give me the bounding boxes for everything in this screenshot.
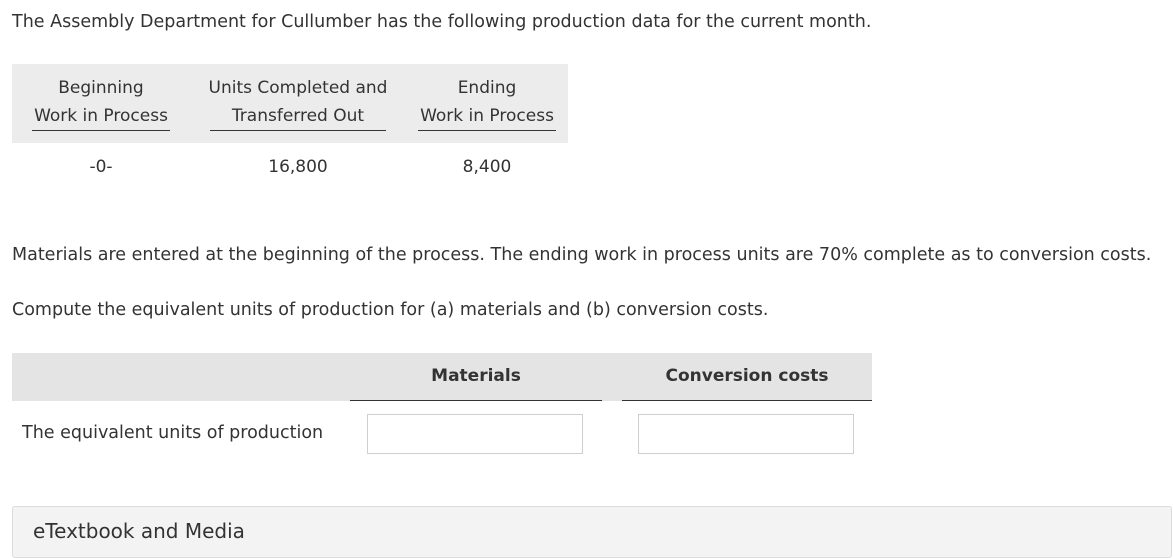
value-ending-wip: 8,400: [462, 157, 512, 177]
column-header-materials: Materials: [431, 366, 521, 386]
instruction-text: Compute the equivalent units of producti…: [12, 300, 769, 320]
header-beginning-wip: Beginning Work in Process: [12, 64, 190, 143]
etextbook-media-panel[interactable]: eTextbook and Media: [12, 506, 1172, 558]
value-units-completed: 16,800: [268, 157, 328, 177]
production-data-table: Beginning Work in Process Units Complete…: [12, 64, 568, 191]
header-ending-wip: Ending Work in Process: [406, 64, 568, 143]
value-beginning-wip: -0-: [89, 157, 113, 177]
intro-text: The Assembly Department for Cullumber ha…: [12, 12, 872, 32]
etextbook-media-label[interactable]: eTextbook and Media: [33, 519, 245, 543]
equivalent-units-label: The equivalent units of production: [22, 423, 324, 443]
conversion-costs-input[interactable]: [638, 414, 854, 454]
materials-note: Materials are entered at the beginning o…: [12, 245, 1152, 265]
column-header-conversion-costs: Conversion costs: [665, 366, 829, 386]
materials-input[interactable]: [367, 414, 583, 454]
column-underline-materials: [350, 400, 602, 401]
table-row: -0- 16,800 8,400: [12, 143, 568, 191]
column-underline-conversion-costs: [622, 400, 872, 401]
header-units-completed: Units Completed and Transferred Out: [190, 64, 406, 143]
